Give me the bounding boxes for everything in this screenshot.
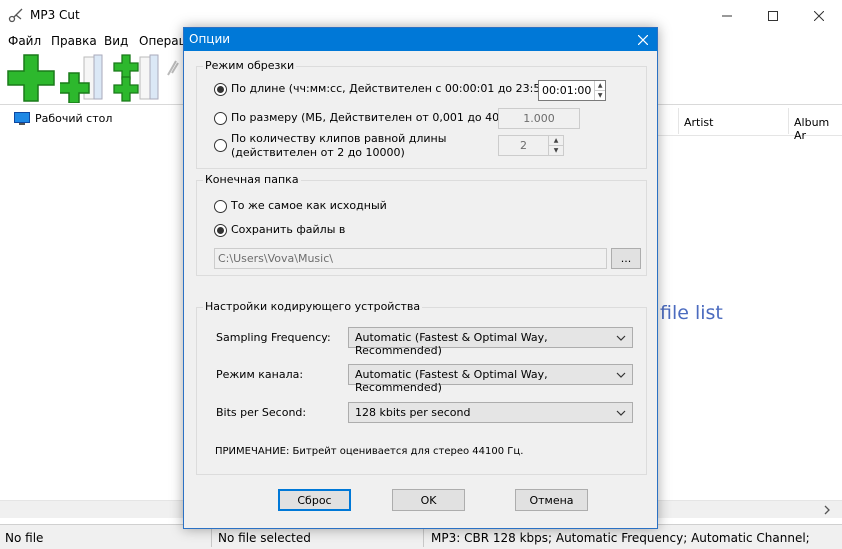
chevron-down-icon	[616, 372, 626, 378]
length-spinbox[interactable]: 00:01:00 ▲ ▼	[538, 80, 606, 101]
length-value: 00:01:00	[542, 84, 592, 97]
radio-save-to-label: Сохранить файлы в	[231, 223, 346, 236]
maximize-button[interactable]	[750, 0, 796, 31]
spin-up-icon[interactable]: ▲	[549, 136, 563, 145]
radio-by-length[interactable]: По длине (чч:мм:сс, Действителен с 00:00…	[214, 82, 569, 96]
sampling-value: Automatic (Fastest & Optimal Way, Recomm…	[355, 331, 548, 357]
column-album-artist[interactable]: Album Ar	[794, 116, 842, 142]
cut-mode-group: Режим обрезки По длине (чч:мм:сс, Действ…	[196, 59, 647, 169]
close-icon	[638, 35, 648, 45]
cancel-button[interactable]: Отмена	[515, 489, 588, 511]
close-icon	[814, 10, 824, 21]
count-value: 2	[520, 139, 527, 152]
maximize-icon	[768, 10, 778, 21]
scroll-right-icon[interactable]	[822, 505, 832, 515]
bitrate-select[interactable]: 128 kbits per second	[348, 402, 633, 423]
tree-item-desktop[interactable]: Рабочий стол	[14, 112, 112, 125]
length-spin-buttons[interactable]: ▲ ▼	[594, 81, 605, 100]
size-input[interactable]: 1.000	[498, 108, 580, 129]
count-spinbox[interactable]: 2 ▲ ▼	[498, 135, 564, 156]
radio-same-as-source[interactable]: То же самое как исходный	[214, 199, 387, 213]
bitrate-value: 128 kbits per second	[355, 406, 471, 419]
radio-by-count-label: По количеству клипов равной длины (дейст…	[231, 132, 446, 160]
tree-item-label: Рабочий стол	[35, 112, 113, 125]
channel-select[interactable]: Automatic (Fastest & Optimal Way, Recomm…	[348, 364, 633, 394]
menu-file[interactable]: Файл	[8, 34, 41, 48]
browse-button[interactable]: ...	[611, 248, 641, 269]
bitrate-label: Bits per Second:	[216, 406, 307, 419]
add-folder-icon[interactable]	[60, 53, 108, 103]
radio-indicator	[214, 200, 227, 213]
app-title: MP3 Cut	[30, 8, 80, 22]
count-label-line-2: (действителен от 2 до 10000)	[231, 146, 405, 159]
desktop-icon	[14, 112, 30, 125]
radio-indicator	[214, 139, 227, 152]
output-folder-group: Конечная папка То же самое как исходный …	[196, 173, 647, 276]
count-spin-buttons[interactable]: ▲ ▼	[548, 136, 563, 155]
column-artist[interactable]: Artist	[684, 116, 713, 129]
cut-tool-icon[interactable]	[166, 57, 180, 77]
spin-down-icon[interactable]: ▼	[549, 145, 563, 155]
radio-same-as-source-label: То же самое как исходный	[231, 199, 387, 212]
cut-mode-label: Режим обрезки	[203, 59, 297, 72]
dialog-titlebar: Опции	[184, 28, 657, 51]
radio-save-to[interactable]: Сохранить файлы в	[214, 223, 345, 237]
radio-indicator	[214, 83, 227, 96]
add-file-icon[interactable]	[6, 53, 56, 103]
bitrate-note: ПРИМЕЧАНИЕ: Битрейт оценивается для стер…	[215, 446, 524, 457]
radio-by-size[interactable]: По размеру (МБ, Действителен от 0,001 до…	[214, 111, 517, 125]
radio-indicator	[214, 224, 227, 237]
channel-value: Automatic (Fastest & Optimal Way, Recomm…	[355, 368, 548, 394]
sampling-select[interactable]: Automatic (Fastest & Optimal Way, Recomm…	[348, 327, 633, 357]
spin-up-icon[interactable]: ▲	[595, 81, 605, 90]
menu-edit[interactable]: Правка	[51, 34, 97, 48]
status-file: No file	[5, 531, 44, 545]
minimize-button[interactable]	[704, 0, 750, 31]
radio-by-size-label: По размеру (МБ, Действителен от 0,001 до…	[231, 111, 518, 124]
folder-tree[interactable]: Рабочий стол	[0, 106, 210, 522]
radio-by-length-label: По длине (чч:мм:сс, Действителен с 00:00…	[231, 82, 570, 95]
encoder-label: Настройки кодирующего устройства	[203, 300, 423, 313]
output-folder-label: Конечная папка	[203, 173, 301, 186]
channel-label: Режим канала:	[216, 368, 304, 381]
file-list-hint: file list	[660, 302, 723, 324]
menu-operations[interactable]: Операц	[139, 34, 187, 48]
count-label-line-1: По количеству клипов равной длины	[231, 132, 447, 145]
close-button[interactable]	[796, 0, 842, 31]
status-separator	[211, 527, 212, 547]
reset-button[interactable]: Сброс	[278, 489, 351, 511]
dialog-title: Опции	[189, 32, 231, 46]
status-separator	[423, 527, 424, 547]
scissors-icon	[8, 8, 23, 23]
dialog-close-button[interactable]	[633, 30, 653, 50]
sampling-label: Sampling Frequency:	[216, 331, 331, 344]
chevron-down-icon	[616, 335, 626, 341]
status-selection: No file selected	[218, 531, 311, 545]
chevron-down-icon	[616, 410, 626, 416]
add-multiple-icon[interactable]	[112, 53, 160, 103]
options-dialog: Опции Режим обрезки По длине (чч:мм:сс, …	[183, 27, 658, 529]
status-format: MP3: CBR 128 kbps; Automatic Frequency; …	[431, 531, 810, 545]
radio-indicator	[214, 112, 227, 125]
ok-button[interactable]: OK	[392, 489, 465, 511]
radio-by-count[interactable]: По количеству клипов равной длины (дейст…	[214, 132, 446, 160]
column-separator[interactable]	[678, 108, 679, 134]
menu-view[interactable]: Вид	[104, 34, 128, 48]
output-path-input[interactable]: C:\Users\Vova\Music\	[214, 248, 607, 269]
spin-down-icon[interactable]: ▼	[595, 90, 605, 100]
minimize-icon	[722, 15, 732, 16]
column-separator[interactable]	[788, 108, 789, 134]
